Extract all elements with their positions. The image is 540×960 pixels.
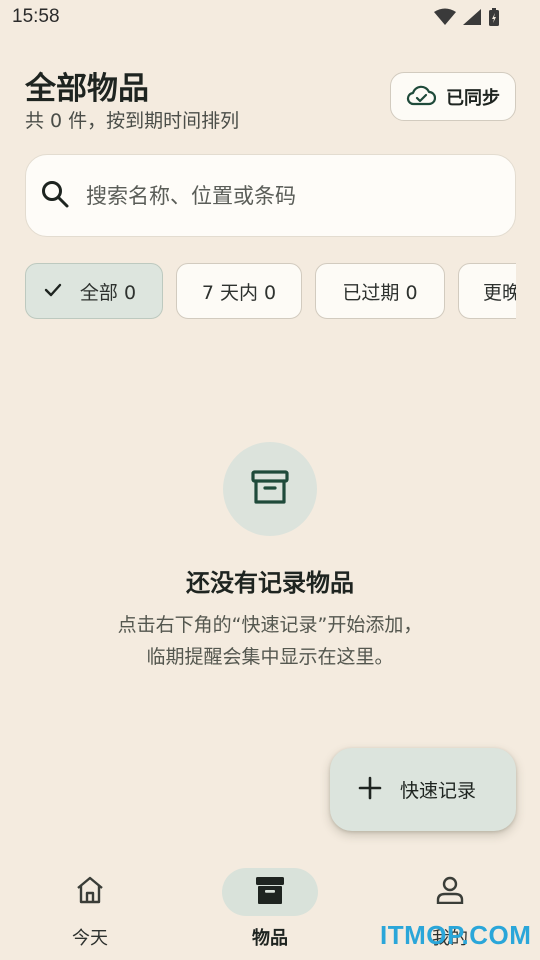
empty-state-line-2: 临期提醒会集中显示在这里。: [146, 646, 394, 668]
home-icon: [75, 876, 105, 908]
empty-state-line-1: 点击右下角的“快速记录”开始添加，: [117, 614, 423, 636]
nav-label-today: 今天: [72, 928, 108, 949]
sync-status-button[interactable]: 已同步: [390, 72, 516, 121]
empty-state-illustration: [223, 442, 317, 536]
cloud-check-icon: [406, 84, 437, 110]
empty-state-title: 还没有记录物品: [186, 569, 354, 597]
filter-chip-all-label: 全部 0: [79, 281, 137, 304]
filter-chip-all[interactable]: 全部 0: [25, 263, 163, 319]
archive-box-icon: [250, 467, 290, 511]
status-icons: [434, 7, 500, 31]
filter-chip-expired-label: 已过期 0: [342, 281, 418, 304]
item-count-subtitle: 共 0 件，按到期时间排列: [25, 110, 240, 132]
archive-icon: [254, 874, 286, 910]
filter-chip-later[interactable]: 更晚: [458, 263, 516, 319]
wifi-icon: [434, 8, 456, 30]
status-bar: 15:58: [0, 0, 540, 36]
filter-chip-expired[interactable]: 已过期 0: [315, 263, 445, 319]
filter-chip-row: 全部 0 7 天内 0 已过期 0 更晚: [25, 263, 516, 321]
nav-me-icon-wrap: [402, 868, 498, 916]
empty-state-description: 点击右下角的“快速记录”开始添加， 临期提醒会集中显示在这里。: [0, 609, 540, 673]
check-icon: [44, 280, 62, 302]
status-time: 15:58: [12, 6, 60, 27]
nav-today-icon-wrap: [42, 868, 138, 916]
quick-record-label: 快速记录: [400, 780, 477, 802]
nav-items-icon-wrap: [222, 868, 318, 916]
search-icon: [40, 179, 70, 213]
search-input[interactable]: [86, 183, 466, 208]
search-box[interactable]: [25, 154, 516, 237]
person-icon: [436, 876, 464, 908]
quick-record-fab[interactable]: 快速记录: [330, 748, 516, 831]
filter-chip-later-label: 更晚: [483, 281, 516, 304]
battery-charging-icon: [488, 7, 500, 31]
filter-chip-within-7-days-label: 7 天内 0: [201, 281, 277, 304]
nav-label-items: 物品: [252, 928, 288, 949]
cellular-signal-icon: [462, 8, 482, 30]
watermark: ITMOP.COM: [380, 920, 532, 950]
nav-item-today[interactable]: 今天: [0, 860, 180, 960]
nav-item-items[interactable]: 物品: [180, 860, 360, 960]
sync-label: 已同步: [446, 87, 500, 109]
plus-icon: [358, 776, 382, 804]
app-screen: 15:58 全部物品 共 0 件，按到期时间排列 已同步 搜索名称、位置或条码 …: [0, 0, 540, 960]
filter-chip-within-7-days[interactable]: 7 天内 0: [176, 263, 302, 319]
page-title: 全部物品: [25, 71, 149, 107]
